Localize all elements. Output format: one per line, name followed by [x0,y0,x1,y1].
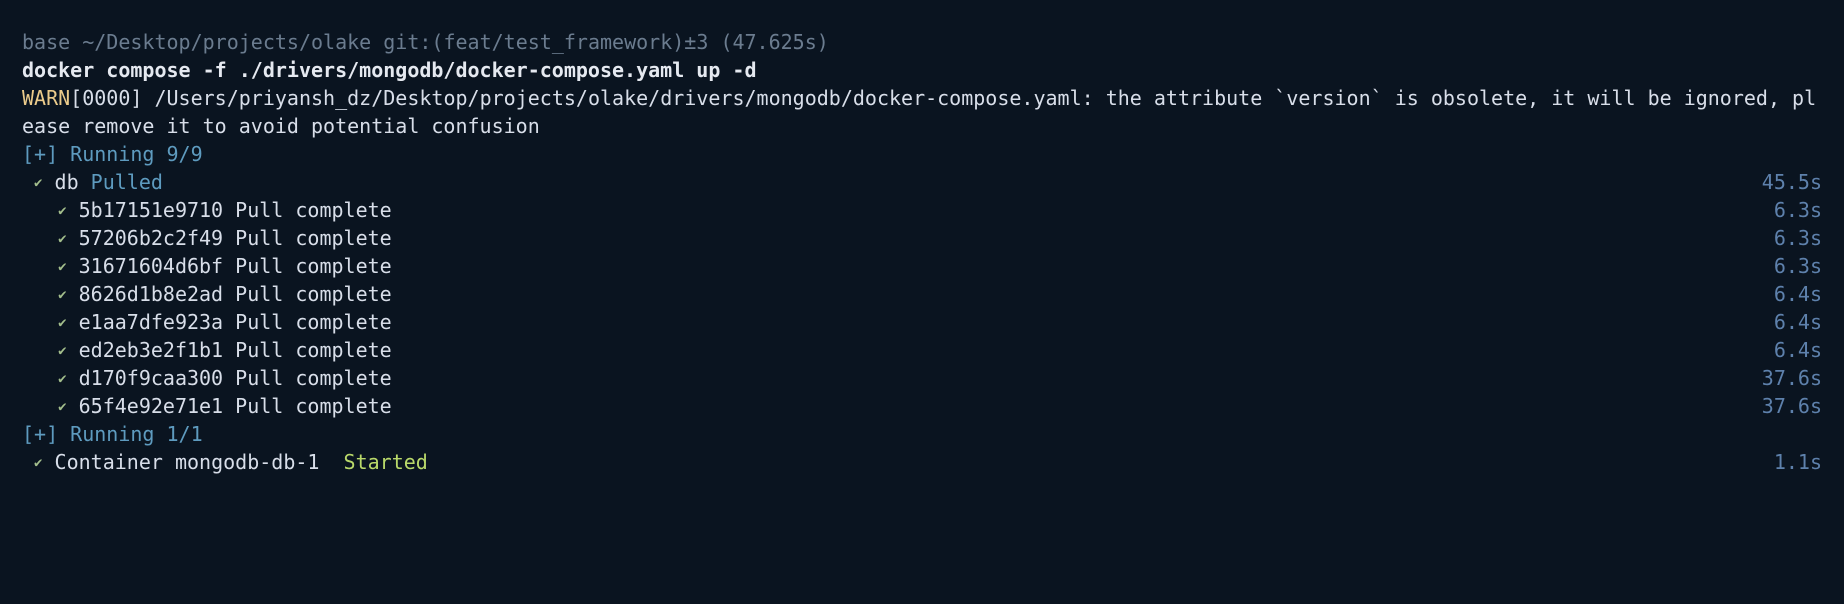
layer-status: Pull complete [235,254,392,278]
layer-line: ✔ e1aa7dfe923a Pull complete 6.4s [22,308,1822,336]
layer-hash: 5b17151e9710 [79,198,224,222]
layer-status: Pull complete [235,338,392,362]
check-icon: ✔ [58,342,66,362]
layer-line: ✔ 31671604d6bf Pull complete 6.3s [22,252,1822,280]
check-icon: ✔ [58,370,66,390]
container-line: ✔ Container mongodb-db-1 Started 1.1s [22,448,1822,476]
layer-status: Pull complete [235,198,392,222]
pulled-status: Pulled [91,170,163,194]
layer-time: 37.6s [1762,364,1822,392]
layer-time: 6.3s [1774,252,1822,280]
pulled-time: 45.5s [1762,168,1822,196]
layer-status: Pull complete [235,226,392,250]
layer-status: Pull complete [235,366,392,390]
layer-status: Pull complete [235,310,392,334]
layer-line: ✔ ed2eb3e2f1b1 Pull complete 6.4s [22,336,1822,364]
container-name: mongodb-db-1 [175,450,320,474]
check-icon: ✔ [58,258,66,278]
prompt-text: base ~/Desktop/projects/olake git:(feat/… [22,28,829,56]
layer-time: 6.4s [1774,308,1822,336]
layer-line: ✔ 5b17151e9710 Pull complete 6.3s [22,196,1822,224]
check-icon: ✔ [58,398,66,418]
check-icon: ✔ [58,230,66,250]
warn-line: WARN[0000] /Users/priyansh_dz/Desktop/pr… [22,84,1822,140]
layer-time: 6.4s [1774,336,1822,364]
layer-hash: d170f9caa300 [79,366,224,390]
container-status: Started [344,450,428,474]
command-text: docker compose -f ./drivers/mongodb/dock… [22,56,757,84]
warn-text: /Users/priyansh_dz/Desktop/projects/olak… [22,86,1816,138]
warn-code: 0000 [82,86,130,110]
check-icon: ✔ [58,314,66,334]
layer-time: 6.4s [1774,280,1822,308]
layer-hash: e1aa7dfe923a [79,310,224,334]
layer-line: ✔ 8626d1b8e2ad Pull complete 6.4s [22,280,1822,308]
status-bracket: [+] [22,422,58,446]
service-name: db [55,170,79,194]
status-bracket: [+] [22,142,58,166]
status-text: Running 1/1 [58,422,203,446]
warn-bracket-close: ] [130,86,142,110]
layer-status: Pull complete [235,282,392,306]
warn-bracket-open: [ [70,86,82,110]
check-icon: ✔ [34,454,42,474]
status-text: Running 9/9 [58,142,203,166]
layer-time: 6.3s [1774,196,1822,224]
layer-line: ✔ d170f9caa300 Pull complete 37.6s [22,364,1822,392]
container-label: Container [55,450,163,474]
layer-line: ✔ 65f4e92e71e1 Pull complete 37.6s [22,392,1822,420]
layer-status: Pull complete [235,394,392,418]
layer-hash: 65f4e92e71e1 [79,394,224,418]
command-line: docker compose -f ./drivers/mongodb/dock… [22,56,1822,84]
layers-list: ✔ 5b17151e9710 Pull complete 6.3s ✔ 57206… [22,196,1822,420]
layer-hash: 8626d1b8e2ad [79,282,224,306]
status-running-2: [+] Running 1/1 [22,420,1822,448]
status-running-1: [+] Running 9/9 [22,140,1822,168]
layer-time: 6.3s [1774,224,1822,252]
check-icon: ✔ [58,286,66,306]
layer-line: ✔ 57206b2c2f49 Pull complete 6.3s [22,224,1822,252]
container-time: 1.1s [1774,448,1822,476]
check-icon: ✔ [34,174,42,194]
warn-tag: WARN [22,86,70,110]
pulled-line: ✔ db Pulled 45.5s [22,168,1822,196]
layer-hash: 57206b2c2f49 [79,226,224,250]
layer-time: 37.6s [1762,392,1822,420]
terminal-output[interactable]: base ~/Desktop/projects/olake git:(feat/… [22,28,1822,476]
check-icon: ✔ [58,202,66,222]
prompt-line: base ~/Desktop/projects/olake git:(feat/… [22,28,1822,56]
layer-hash: ed2eb3e2f1b1 [79,338,224,362]
layer-hash: 31671604d6bf [79,254,224,278]
